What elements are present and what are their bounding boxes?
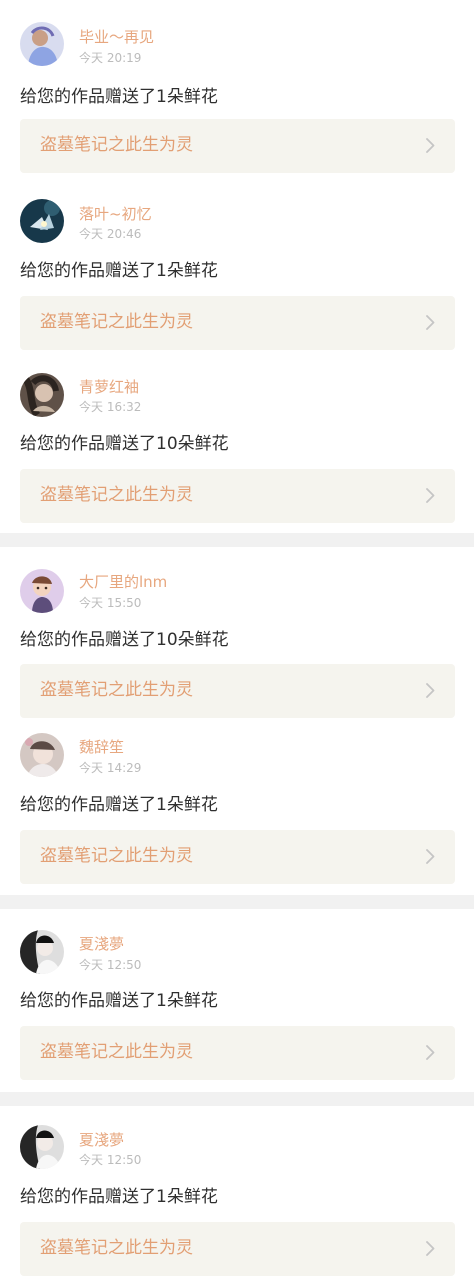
chevron-right-icon bbox=[426, 488, 435, 503]
timestamp: 今天 14:29 bbox=[79, 761, 142, 775]
gift-message: 给您的作品赠送了10朵鲜花 bbox=[20, 434, 229, 454]
work-link-card[interactable]: 盗墓笔记之此生为灵 bbox=[20, 469, 455, 523]
work-link-card[interactable]: 盗墓笔记之此生为灵 bbox=[20, 664, 455, 718]
chevron-right-icon bbox=[426, 315, 435, 330]
chevron-right-icon bbox=[426, 849, 435, 864]
notification-group: 夏淺夢 今天 12:50 给您的作品赠送了1朵鲜花 盗墓笔记之此生为灵 bbox=[0, 909, 474, 1092]
notification-group: 夏淺夢 今天 12:50 给您的作品赠送了1朵鲜花 盗墓笔记之此生为灵 bbox=[0, 1106, 474, 1280]
timestamp: 今天 12:50 bbox=[79, 958, 142, 972]
user-name-link[interactable]: 夏淺夢 bbox=[79, 1131, 124, 1149]
work-title: 盗墓笔记之此生为灵 bbox=[40, 312, 193, 332]
user-avatar[interactable] bbox=[20, 199, 64, 243]
gift-notifications-page: 毕业～再见 今天 20:19 给您的作品赠送了1朵鲜花 盗墓笔记之此生为灵 落叶… bbox=[0, 0, 474, 1280]
user-name-link[interactable]: 毕业～再见 bbox=[79, 28, 154, 46]
section-divider bbox=[0, 895, 474, 909]
user-avatar-icon bbox=[20, 569, 64, 613]
timestamp: 今天 15:50 bbox=[79, 596, 142, 610]
user-avatar-icon bbox=[20, 1125, 64, 1169]
work-title: 盗墓笔记之此生为灵 bbox=[40, 135, 193, 155]
user-avatar-icon bbox=[20, 199, 64, 243]
user-avatar[interactable] bbox=[20, 22, 64, 66]
timestamp: 今天 20:19 bbox=[79, 51, 142, 65]
notification-group: 大厂里的lnm 今天 15:50 给您的作品赠送了10朵鲜花 盗墓笔记之此生为灵 bbox=[0, 547, 474, 895]
gift-message: 给您的作品赠送了1朵鲜花 bbox=[20, 261, 218, 281]
user-avatar-icon bbox=[20, 930, 64, 974]
gift-message: 给您的作品赠送了1朵鲜花 bbox=[20, 795, 218, 815]
user-avatar-icon bbox=[20, 22, 64, 66]
work-title: 盗墓笔记之此生为灵 bbox=[40, 1238, 193, 1258]
user-avatar[interactable] bbox=[20, 930, 64, 974]
gift-message: 给您的作品赠送了1朵鲜花 bbox=[20, 1187, 218, 1207]
user-name-link[interactable]: 夏淺夢 bbox=[79, 935, 124, 953]
user-name-link[interactable]: 青萝红袖 bbox=[79, 378, 139, 396]
work-link-card[interactable]: 盗墓笔记之此生为灵 bbox=[20, 1222, 455, 1276]
user-name-link[interactable]: 落叶~初忆 bbox=[79, 205, 152, 223]
chevron-right-icon bbox=[426, 683, 435, 698]
work-title: 盗墓笔记之此生为灵 bbox=[40, 846, 193, 866]
work-title: 盗墓笔记之此生为灵 bbox=[40, 485, 193, 505]
work-link-card[interactable]: 盗墓笔记之此生为灵 bbox=[20, 830, 455, 884]
section-divider bbox=[0, 1092, 474, 1106]
gift-message: 给您的作品赠送了1朵鲜花 bbox=[20, 991, 218, 1011]
chevron-right-icon bbox=[426, 138, 435, 153]
notification-group: 毕业～再见 今天 20:19 给您的作品赠送了1朵鲜花 盗墓笔记之此生为灵 落叶… bbox=[0, 0, 474, 533]
user-avatar[interactable] bbox=[20, 373, 64, 417]
user-avatar[interactable] bbox=[20, 733, 64, 777]
work-link-card[interactable]: 盗墓笔记之此生为灵 bbox=[20, 1026, 455, 1080]
gift-message: 给您的作品赠送了1朵鲜花 bbox=[20, 87, 218, 107]
user-name-link[interactable]: 魏辞笙 bbox=[79, 738, 124, 756]
timestamp: 今天 12:50 bbox=[79, 1153, 142, 1167]
user-avatar[interactable] bbox=[20, 1125, 64, 1169]
user-avatar-icon bbox=[20, 373, 64, 417]
chevron-right-icon bbox=[426, 1045, 435, 1060]
user-avatar-icon bbox=[20, 733, 64, 777]
chevron-right-icon bbox=[426, 1241, 435, 1256]
gift-message: 给您的作品赠送了10朵鲜花 bbox=[20, 630, 229, 650]
work-link-card[interactable]: 盗墓笔记之此生为灵 bbox=[20, 119, 455, 173]
user-name-link[interactable]: 大厂里的lnm bbox=[79, 573, 167, 591]
user-avatar[interactable] bbox=[20, 569, 64, 613]
section-divider bbox=[0, 533, 474, 547]
work-title: 盗墓笔记之此生为灵 bbox=[40, 680, 193, 700]
work-title: 盗墓笔记之此生为灵 bbox=[40, 1042, 193, 1062]
timestamp: 今天 16:32 bbox=[79, 400, 142, 414]
timestamp: 今天 20:46 bbox=[79, 227, 142, 241]
work-link-card[interactable]: 盗墓笔记之此生为灵 bbox=[20, 296, 455, 350]
